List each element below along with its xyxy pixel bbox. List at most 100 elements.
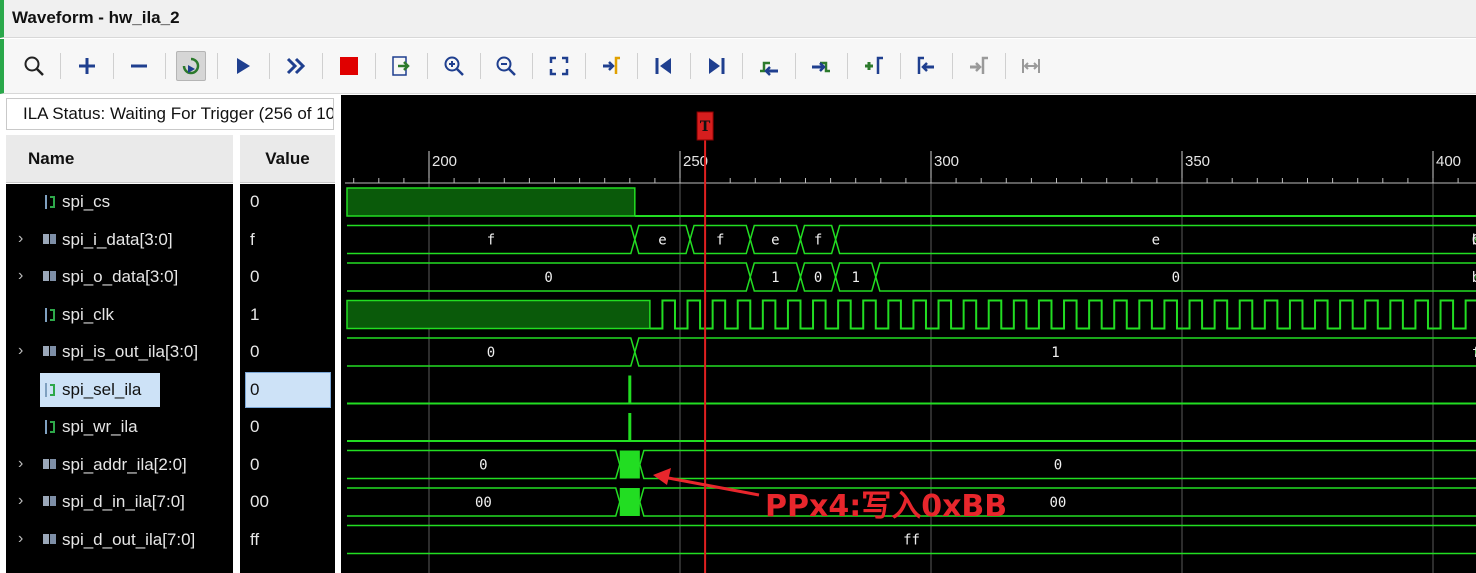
signal-value-row[interactable]: 0 [240,184,335,221]
bus-value-label: 00 [475,495,492,511]
bus-value-label: 1 [771,270,779,286]
go-to-cursor-icon [600,55,622,77]
value-column-header[interactable]: Value [240,135,335,183]
go-to-start-icon [653,55,675,77]
signal-row[interactable]: spi_wr_ila [6,409,233,446]
bus-value-label: f [1472,345,1476,361]
toolbar-separator [847,53,848,79]
expand-chevron-icon[interactable]: › [18,342,23,360]
signal-value: 0 [250,454,260,474]
bit-signal-icon [42,307,58,328]
signal-row[interactable]: › spi_d_in_ila[7:0] [6,484,233,521]
signal-row[interactable]: › spi_addr_ila[2:0] [6,447,233,484]
zoom-fit-icon [548,55,570,77]
export-icon [390,55,412,77]
next-marker-icon [968,55,990,77]
run-trigger-button[interactable] [228,51,258,81]
previous-marker-icon [915,55,937,77]
bus-value-label: 0 [479,458,487,474]
swap-cursors-button[interactable] [1016,51,1046,81]
expand-chevron-icon[interactable]: › [18,455,23,473]
ruler-tick-label: 400 [1436,153,1461,170]
signal-name: spi_clk [62,304,114,324]
go-to-end-button[interactable] [701,51,731,81]
export-button[interactable] [386,51,416,81]
plus-button[interactable] [72,51,102,81]
toolbar-separator [900,53,901,79]
toolbar-separator [690,53,691,79]
go-to-start-button[interactable] [649,51,679,81]
bus-signal-icon [42,344,58,363]
zoom-fit-button[interactable] [544,51,574,81]
window-title: Waveform - hw_ila_2 [12,8,180,27]
run-immediate-button[interactable] [281,51,311,81]
toolbar-separator [480,53,481,79]
signal-row[interactable]: spi_sel_ila [6,372,233,409]
clock-level-block [346,299,651,330]
toolbar [0,39,1476,94]
signal-value-row[interactable]: 0 [240,334,335,371]
bus-signal-icon [42,532,58,551]
run-immediate-icon [285,55,307,77]
signal-value-row[interactable]: ff [240,522,335,559]
name-column-header[interactable]: Name [6,135,233,183]
signal-panel: ILA Status: Waiting For Trigger (256 of … [0,95,341,573]
signal-value-row[interactable]: 0 [240,371,335,409]
signal-row[interactable]: spi_cs [6,184,233,221]
previous-marker-button[interactable] [911,51,941,81]
minus-button[interactable] [124,51,154,81]
signal-row[interactable]: spi_clk [6,297,233,334]
toolbar-separator [1005,53,1006,79]
signal-value-row[interactable]: 0 [240,447,335,484]
zoom-in-icon [443,55,465,77]
next-transition-button[interactable] [806,51,836,81]
signal-name: spi_wr_ila [62,417,138,436]
zoom-out-icon [495,55,517,77]
bus-value-label: b [1472,270,1476,286]
toolbar-separator [60,53,61,79]
signal-name: spi_addr_ila[2:0] [62,454,187,474]
bus-value-label: e [771,233,779,249]
signal-value-row[interactable]: f [240,222,335,259]
expand-chevron-icon[interactable]: › [18,267,23,285]
toolbar-separator [585,53,586,79]
bus-value-label: f [814,233,822,249]
signal-row[interactable]: › spi_is_out_ila[3:0] [6,334,233,371]
signal-value: 0 [250,342,260,361]
signal-name: spi_d_out_ila[7:0] [62,529,196,549]
signal-row[interactable]: › spi_o_data[3:0] [6,259,233,296]
bus-value-label: 1 [1051,345,1059,361]
waveform-canvas[interactable]: 200250300350400450500550600 fefefeb00101… [341,95,1476,573]
signal-value-row[interactable]: 00 [240,484,335,521]
go-to-cursor-button[interactable] [596,51,626,81]
signal-row[interactable]: › spi_d_out_ila[7:0] [6,522,233,559]
previous-transition-button[interactable] [754,51,784,81]
signal-value-row[interactable]: 0 [240,259,335,296]
toolbar-separator [532,53,533,79]
zoom-out-button[interactable] [491,51,521,81]
auto-retrigger-button[interactable] [176,51,206,81]
bus-signal-icon [42,457,58,476]
search-button[interactable] [19,51,49,81]
signal-name: spi_sel_ila [62,379,142,399]
signal-name: spi_o_data[3:0] [62,267,179,286]
ruler-tick-label: 300 [934,153,959,170]
ruler-tick-label: 350 [1185,153,1210,170]
bus-transition-band [619,488,640,516]
expand-chevron-icon[interactable]: › [18,530,23,548]
expand-chevron-icon[interactable]: › [18,492,23,510]
stop-icon [338,55,360,77]
add-marker-button[interactable] [859,51,889,81]
toolbar-separator [269,53,270,79]
signal-value-row[interactable]: 1 [240,297,335,334]
search-icon [23,55,45,77]
zoom-in-button[interactable] [439,51,469,81]
auto-retrigger-icon [180,55,202,77]
next-marker-button[interactable] [964,51,994,81]
bus-value-label: 0 [814,270,822,286]
expand-chevron-icon[interactable]: › [18,230,23,248]
signal-value-row[interactable]: 0 [240,409,335,446]
signal-row[interactable]: › spi_i_data[3:0] [6,222,233,259]
stop-button[interactable] [334,51,364,81]
bit-signal-icon [42,194,58,215]
